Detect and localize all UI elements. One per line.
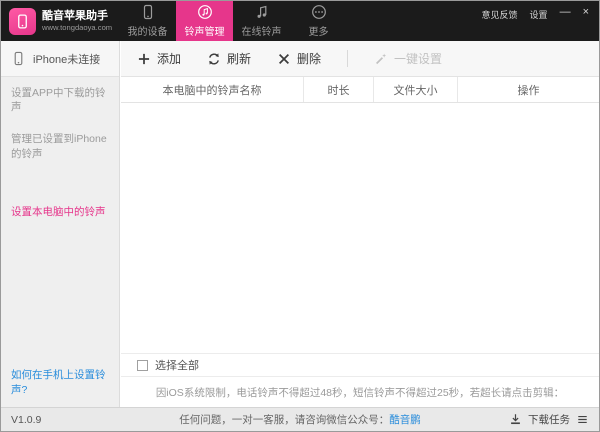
support-text: 任何问题，一对一客服，请咨询微信公众号：: [179, 414, 390, 426]
ringtone-icon: [197, 4, 213, 20]
support-info: 任何问题，一对一客服，请咨询微信公众号：酷音鹏: [91, 412, 509, 427]
refresh-button[interactable]: 刷新: [207, 50, 251, 67]
header-duration: 时长: [303, 77, 373, 102]
connection-label: iPhone未连接: [33, 53, 101, 66]
ringtone-list-empty: [121, 103, 599, 353]
refresh-icon: [207, 52, 221, 66]
task-list-icon[interactable]: [576, 413, 589, 426]
download-tasks-label: 下载任务: [528, 414, 570, 426]
tab-more[interactable]: 更多: [290, 1, 347, 41]
iphone-connection-status: iPhone未连接: [1, 41, 119, 77]
table-header: 本电脑中的铃声名称 时长 文件大小 操作: [121, 77, 599, 103]
app-logo-icon: [9, 7, 36, 35]
tab-online-ringtones[interactable]: 在线铃声: [233, 1, 290, 41]
feedback-link[interactable]: 意见反馈: [482, 8, 518, 21]
magic-wand-icon: [374, 52, 388, 66]
download-icon: [509, 413, 522, 426]
delete-button[interactable]: 删除: [277, 50, 321, 67]
sidebar-item-manage-iphone-ringtones[interactable]: 管理已设置到iPhone的铃声: [1, 123, 119, 169]
tab-my-devices[interactable]: 我的设备: [119, 1, 176, 41]
select-all-checkbox[interactable]: [137, 359, 148, 371]
select-all-row: 选择全部: [121, 353, 599, 376]
app-title-block: 酷音苹果助手 www.tongdaoya.com: [42, 10, 116, 33]
app-website: www.tongdaoya.com: [42, 23, 113, 33]
one-key-set-label: 一键设置: [394, 52, 443, 66]
app-name: 酷音苹果助手: [42, 9, 108, 22]
sidebar-item-app-downloaded-ringtones[interactable]: 设置APP中下载的铃声: [1, 77, 119, 123]
tab-ringtone-management[interactable]: 铃声管理: [176, 1, 233, 41]
tab-label: 我的设备: [127, 27, 168, 38]
close-button[interactable]: ×: [583, 7, 589, 18]
phone-icon: [14, 51, 23, 66]
one-key-set-button[interactable]: 一键设置: [374, 50, 442, 67]
tab-label: 更多: [308, 27, 329, 38]
settings-link[interactable]: 设置: [530, 8, 548, 21]
plus-icon: [137, 52, 151, 66]
ios-limit-notice: 因iOS系统限制，电话铃声不得超过48秒，短信铃声不得超过25秒，若超长请点击剪…: [121, 376, 599, 407]
titlebar: 酷音苹果助手 www.tongdaoya.com 我的设备 铃声管理 在线铃声 …: [1, 1, 599, 41]
header-file-size: 文件大小: [373, 77, 457, 102]
refresh-label: 刷新: [227, 52, 252, 66]
version-label: V1.0.9: [11, 413, 42, 426]
delete-label: 删除: [297, 52, 322, 66]
toolbar-separator: [347, 50, 349, 67]
download-tasks[interactable]: 下载任务: [509, 412, 599, 427]
tab-label: 在线铃声: [241, 27, 282, 38]
titlebar-right: 意见反馈 设置 — ×: [482, 1, 599, 41]
x-icon: [277, 52, 291, 66]
statusbar: V1.0.9 任何问题，一对一客服，请咨询微信公众号：酷音鹏 下载任务: [1, 407, 599, 431]
sidebar: iPhone未连接 设置APP中下载的铃声 管理已设置到iPhone的铃声 设置…: [1, 41, 120, 407]
add-label: 添加: [157, 52, 182, 66]
app-window: 酷音苹果助手 www.tongdaoya.com 我的设备 铃声管理 在线铃声 …: [0, 0, 600, 432]
more-icon: [311, 4, 327, 20]
app-logo: 酷音苹果助手 www.tongdaoya.com: [1, 1, 119, 41]
header-ringtone-name: 本电脑中的铃声名称: [162, 84, 262, 97]
sidebar-item-local-pc-ringtones[interactable]: 设置本电脑中的铃声: [1, 196, 119, 228]
how-to-set-ringtone-link[interactable]: 如何在手机上设置铃声?: [11, 367, 119, 397]
minimize-button[interactable]: —: [560, 7, 571, 18]
toolbar: 添加 刷新 删除 一键设置: [121, 41, 599, 77]
header-action: 操作: [457, 77, 599, 102]
main-nav: 我的设备 铃声管理 在线铃声 更多: [119, 1, 347, 41]
device-icon: [140, 4, 156, 20]
add-button[interactable]: 添加: [137, 50, 181, 67]
select-all-label: 选择全部: [155, 360, 199, 372]
main-panel: 添加 刷新 删除 一键设置 本电脑中的铃声名称 时长 文件大小 操作 选择全部 …: [121, 41, 599, 407]
tab-label: 铃声管理: [184, 27, 225, 38]
wechat-account-link[interactable]: 酷音鹏: [389, 414, 421, 426]
music-note-icon: [254, 4, 270, 20]
